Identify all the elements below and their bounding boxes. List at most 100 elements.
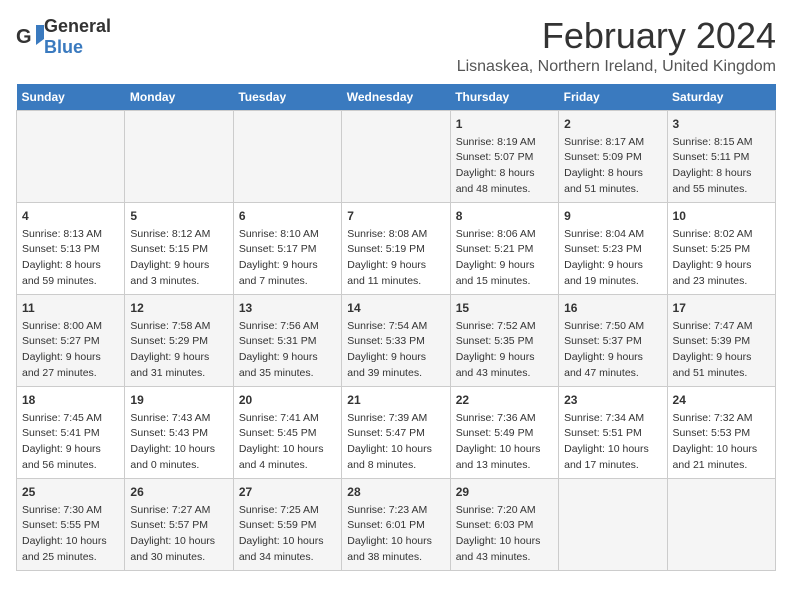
day-info: Sunrise: 7:34 AM bbox=[564, 411, 661, 427]
week-row-5: 25Sunrise: 7:30 AMSunset: 5:55 PMDayligh… bbox=[17, 478, 776, 570]
day-info: Sunset: 5:35 PM bbox=[456, 334, 553, 350]
day-info: Daylight: 10 hours and 30 minutes. bbox=[130, 534, 227, 566]
day-info: Daylight: 10 hours and 13 minutes. bbox=[456, 442, 553, 474]
day-cell bbox=[667, 478, 775, 570]
col-header-tuesday: Tuesday bbox=[233, 84, 341, 111]
day-info: Sunrise: 7:36 AM bbox=[456, 411, 553, 427]
day-cell: 6Sunrise: 8:10 AMSunset: 5:17 PMDaylight… bbox=[233, 202, 341, 294]
day-info: Sunrise: 8:13 AM bbox=[22, 227, 119, 243]
day-info: Daylight: 9 hours and 43 minutes. bbox=[456, 350, 553, 382]
day-cell: 2Sunrise: 8:17 AMSunset: 5:09 PMDaylight… bbox=[559, 110, 667, 202]
day-cell: 23Sunrise: 7:34 AMSunset: 5:51 PMDayligh… bbox=[559, 386, 667, 478]
day-number: 3 bbox=[673, 115, 770, 133]
day-info: Sunset: 5:31 PM bbox=[239, 334, 336, 350]
day-cell: 18Sunrise: 7:45 AMSunset: 5:41 PMDayligh… bbox=[17, 386, 125, 478]
col-header-monday: Monday bbox=[125, 84, 233, 111]
col-header-sunday: Sunday bbox=[17, 84, 125, 111]
day-cell: 22Sunrise: 7:36 AMSunset: 5:49 PMDayligh… bbox=[450, 386, 558, 478]
day-info: Daylight: 10 hours and 34 minutes. bbox=[239, 534, 336, 566]
day-info: Daylight: 9 hours and 51 minutes. bbox=[673, 350, 770, 382]
day-info: Daylight: 8 hours and 55 minutes. bbox=[673, 166, 770, 198]
col-header-wednesday: Wednesday bbox=[342, 84, 450, 111]
day-number: 8 bbox=[456, 207, 553, 225]
day-info: Daylight: 9 hours and 27 minutes. bbox=[22, 350, 119, 382]
title-area: February 2024 Lisnaskea, Northern Irelan… bbox=[457, 16, 776, 76]
day-cell: 12Sunrise: 7:58 AMSunset: 5:29 PMDayligh… bbox=[125, 294, 233, 386]
day-info: Sunset: 5:29 PM bbox=[130, 334, 227, 350]
day-info: Sunrise: 7:58 AM bbox=[130, 319, 227, 335]
day-number: 11 bbox=[22, 299, 119, 317]
day-cell: 27Sunrise: 7:25 AMSunset: 5:59 PMDayligh… bbox=[233, 478, 341, 570]
day-number: 28 bbox=[347, 483, 444, 501]
day-info: Daylight: 10 hours and 0 minutes. bbox=[130, 442, 227, 474]
week-row-3: 11Sunrise: 8:00 AMSunset: 5:27 PMDayligh… bbox=[17, 294, 776, 386]
day-info: Sunrise: 8:06 AM bbox=[456, 227, 553, 243]
day-cell: 16Sunrise: 7:50 AMSunset: 5:37 PMDayligh… bbox=[559, 294, 667, 386]
day-info: Sunrise: 8:04 AM bbox=[564, 227, 661, 243]
day-info: Sunset: 6:03 PM bbox=[456, 518, 553, 534]
day-info: Daylight: 9 hours and 11 minutes. bbox=[347, 258, 444, 290]
location-title: Lisnaskea, Northern Ireland, United King… bbox=[457, 58, 776, 76]
day-info: Sunset: 5:37 PM bbox=[564, 334, 661, 350]
day-cell: 8Sunrise: 8:06 AMSunset: 5:21 PMDaylight… bbox=[450, 202, 558, 294]
col-header-thursday: Thursday bbox=[450, 84, 558, 111]
day-info: Daylight: 9 hours and 47 minutes. bbox=[564, 350, 661, 382]
svg-text:G: G bbox=[16, 26, 32, 48]
day-cell: 10Sunrise: 8:02 AMSunset: 5:25 PMDayligh… bbox=[667, 202, 775, 294]
day-info: Sunrise: 7:47 AM bbox=[673, 319, 770, 335]
day-info: Sunset: 5:27 PM bbox=[22, 334, 119, 350]
week-row-2: 4Sunrise: 8:13 AMSunset: 5:13 PMDaylight… bbox=[17, 202, 776, 294]
day-cell: 14Sunrise: 7:54 AMSunset: 5:33 PMDayligh… bbox=[342, 294, 450, 386]
day-cell: 20Sunrise: 7:41 AMSunset: 5:45 PMDayligh… bbox=[233, 386, 341, 478]
day-cell: 9Sunrise: 8:04 AMSunset: 5:23 PMDaylight… bbox=[559, 202, 667, 294]
day-cell: 4Sunrise: 8:13 AMSunset: 5:13 PMDaylight… bbox=[17, 202, 125, 294]
day-info: Daylight: 8 hours and 51 minutes. bbox=[564, 166, 661, 198]
day-number: 22 bbox=[456, 391, 553, 409]
day-number: 15 bbox=[456, 299, 553, 317]
day-number: 26 bbox=[130, 483, 227, 501]
day-info: Daylight: 9 hours and 7 minutes. bbox=[239, 258, 336, 290]
day-info: Daylight: 9 hours and 35 minutes. bbox=[239, 350, 336, 382]
day-number: 27 bbox=[239, 483, 336, 501]
day-number: 5 bbox=[130, 207, 227, 225]
day-number: 12 bbox=[130, 299, 227, 317]
day-info: Sunset: 5:25 PM bbox=[673, 242, 770, 258]
day-cell: 1Sunrise: 8:19 AMSunset: 5:07 PMDaylight… bbox=[450, 110, 558, 202]
day-cell: 21Sunrise: 7:39 AMSunset: 5:47 PMDayligh… bbox=[342, 386, 450, 478]
day-info: Sunrise: 8:17 AM bbox=[564, 135, 661, 151]
day-info: Daylight: 9 hours and 56 minutes. bbox=[22, 442, 119, 474]
day-info: Sunset: 5:15 PM bbox=[130, 242, 227, 258]
day-info: Sunrise: 7:39 AM bbox=[347, 411, 444, 427]
day-info: Sunrise: 7:43 AM bbox=[130, 411, 227, 427]
day-number: 24 bbox=[673, 391, 770, 409]
day-info: Sunset: 5:59 PM bbox=[239, 518, 336, 534]
header-row: SundayMondayTuesdayWednesdayThursdayFrid… bbox=[17, 84, 776, 111]
day-number: 9 bbox=[564, 207, 661, 225]
day-info: Sunrise: 8:12 AM bbox=[130, 227, 227, 243]
day-number: 1 bbox=[456, 115, 553, 133]
day-cell bbox=[342, 110, 450, 202]
day-info: Sunset: 5:11 PM bbox=[673, 150, 770, 166]
header: G General Blue February 2024 Lisnaskea, … bbox=[16, 16, 776, 76]
day-info: Daylight: 10 hours and 38 minutes. bbox=[347, 534, 444, 566]
week-row-4: 18Sunrise: 7:45 AMSunset: 5:41 PMDayligh… bbox=[17, 386, 776, 478]
calendar-table: SundayMondayTuesdayWednesdayThursdayFrid… bbox=[16, 84, 776, 571]
logo-blue: Blue bbox=[44, 37, 83, 57]
day-info: Sunrise: 8:15 AM bbox=[673, 135, 770, 151]
day-info: Sunrise: 7:54 AM bbox=[347, 319, 444, 335]
day-info: Daylight: 10 hours and 4 minutes. bbox=[239, 442, 336, 474]
day-info: Sunrise: 7:45 AM bbox=[22, 411, 119, 427]
day-info: Sunset: 6:01 PM bbox=[347, 518, 444, 534]
day-number: 14 bbox=[347, 299, 444, 317]
day-number: 10 bbox=[673, 207, 770, 225]
day-info: Sunset: 5:23 PM bbox=[564, 242, 661, 258]
day-info: Sunrise: 7:20 AM bbox=[456, 503, 553, 519]
day-info: Sunrise: 7:30 AM bbox=[22, 503, 119, 519]
day-info: Sunset: 5:09 PM bbox=[564, 150, 661, 166]
day-cell: 19Sunrise: 7:43 AMSunset: 5:43 PMDayligh… bbox=[125, 386, 233, 478]
day-cell: 17Sunrise: 7:47 AMSunset: 5:39 PMDayligh… bbox=[667, 294, 775, 386]
day-info: Daylight: 9 hours and 3 minutes. bbox=[130, 258, 227, 290]
day-info: Sunrise: 8:10 AM bbox=[239, 227, 336, 243]
day-info: Sunset: 5:39 PM bbox=[673, 334, 770, 350]
day-info: Sunrise: 7:41 AM bbox=[239, 411, 336, 427]
